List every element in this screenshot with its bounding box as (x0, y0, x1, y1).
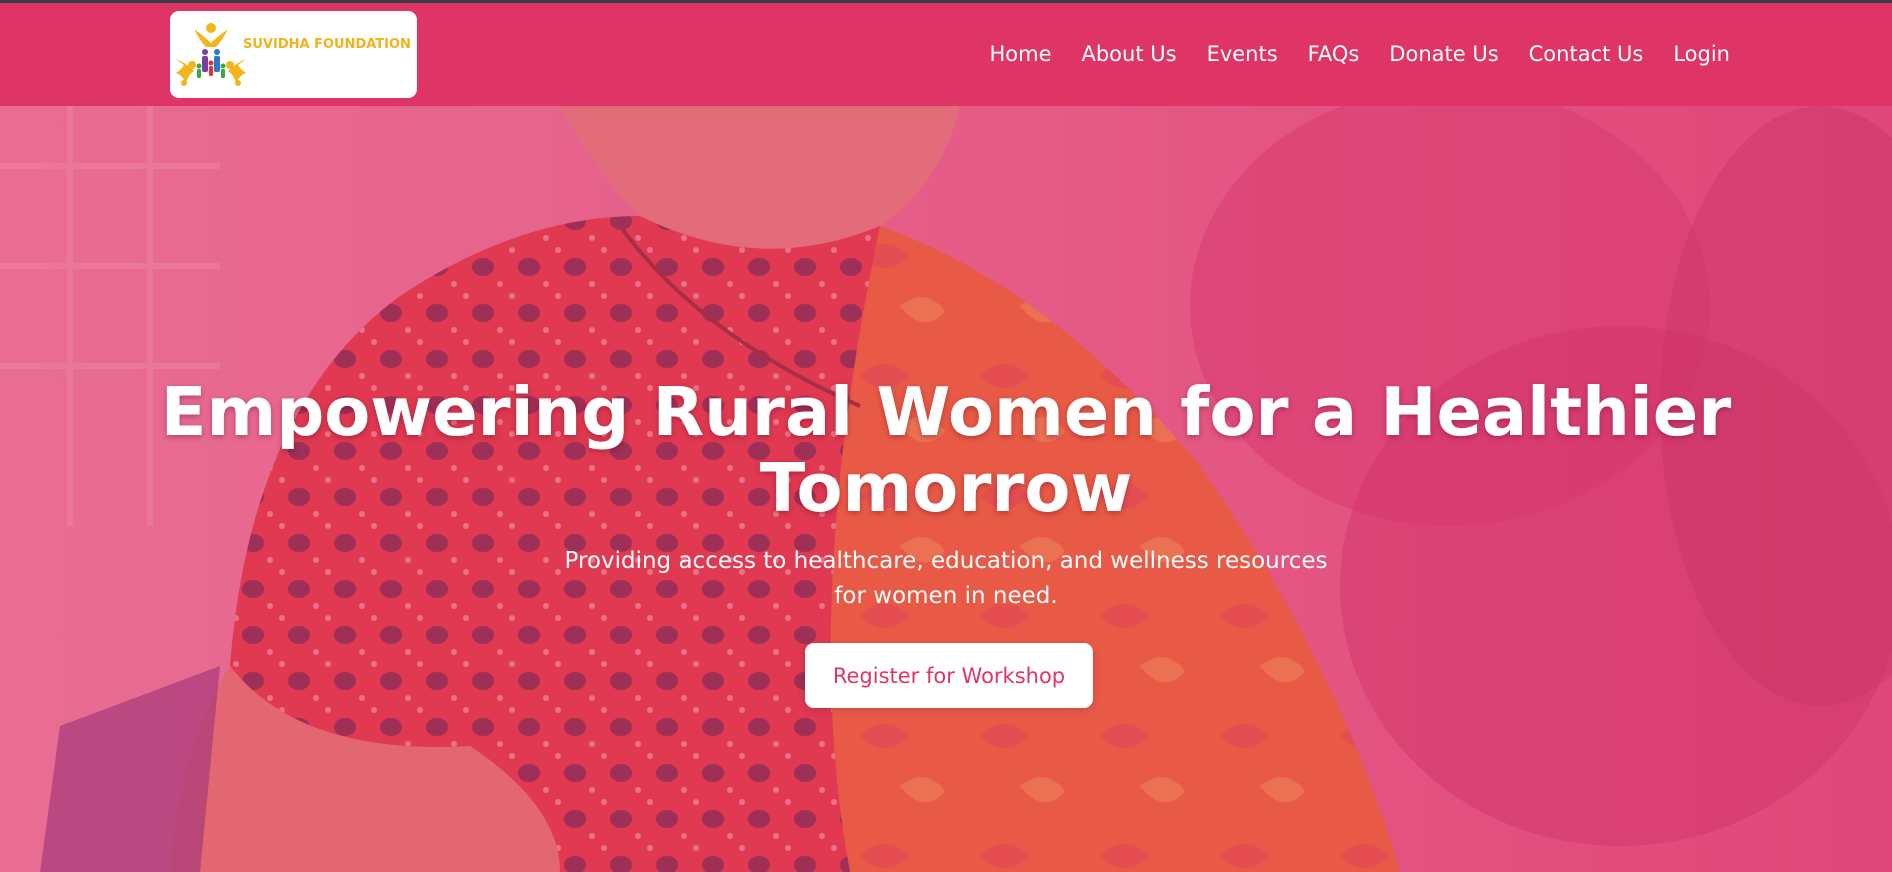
brand-logo-link[interactable]: SUVIDHA FOUNDATION (170, 11, 417, 98)
hero-subtitle: Providing access to healthcare, educatio… (564, 548, 1328, 609)
nav-link-faqs[interactable]: FAQs (1308, 40, 1360, 68)
window-top-edge (0, 0, 1892, 3)
main-nav: Home About Us Events FAQs Donate Us Cont… (959, 40, 1730, 68)
brand-name: SUVIDHA FOUNDATION (243, 37, 411, 52)
nav-link-events[interactable]: Events (1207, 40, 1278, 68)
nav-link-donate-us[interactable]: Donate Us (1389, 40, 1498, 68)
hero-content: Empowering Rural Women for a Healthier T… (0, 106, 1892, 872)
navbar: SUVIDHA FOUNDATION Home About Us Events … (0, 0, 1892, 106)
hero-section: Empowering Rural Women for a Healthier T… (0, 106, 1892, 872)
nav-link-login[interactable]: Login (1673, 40, 1730, 68)
nav-link-about-us[interactable]: About Us (1081, 40, 1176, 68)
register-workshop-button[interactable]: Register for Workshop (805, 643, 1093, 708)
nav-link-contact-us[interactable]: Contact Us (1529, 40, 1644, 68)
nav-link-home[interactable]: Home (989, 40, 1051, 68)
hero-title: Empowering Rural Women for a Healthier T… (160, 373, 1732, 527)
people-star-logo-icon (176, 23, 246, 86)
